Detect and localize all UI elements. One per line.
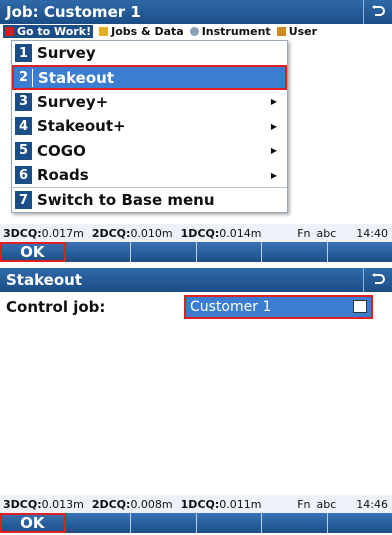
softkey-2[interactable] [66,513,131,533]
softkey-4[interactable] [197,513,262,533]
menu-item-cogo[interactable]: 5 COGO ▶ [12,139,287,163]
menu-item-number: 2 [15,68,33,87]
1d-quality-value: 0.011m [219,497,262,511]
menu-item-roads[interactable]: 6 Roads ▶ [12,163,287,187]
main-menubar: Go to Work! Jobs & Data Instrument User [0,24,392,39]
1d-quality-value: 0.014m [219,226,262,240]
choose-job-icon[interactable] [353,300,367,313]
ok-button[interactable]: OK [0,242,66,262]
menu-item-label: Switch to Base menu [37,191,215,210]
folder-icon [99,27,109,36]
control-job-label: Control job: [6,298,106,316]
screen-title: Job: Customer 1 [6,3,141,21]
go-to-work-icon [5,27,14,36]
menu-item-switch-to-base[interactable]: 7 Switch to Base menu [12,187,287,211]
softkey-2[interactable] [66,242,131,262]
menubar-tab-jobs-data[interactable]: Jobs & Data [99,25,184,38]
clock: 14:46 [356,497,388,511]
input-mode-indicator: abc [316,226,337,240]
control-job-field[interactable]: Customer 1 [184,295,373,319]
go-to-work-menu: 1 Survey 2 Stakeout 3 Survey+ ▶ 4 Stakeo… [11,40,288,213]
softkey-bar: OK [0,242,392,262]
softkey-6[interactable] [328,242,392,262]
menu-item-number: 7 [15,191,32,210]
clock: 14:40 [356,226,388,240]
title-bar: Job: Customer 1 [0,0,392,24]
3d-quality-value: 0.017m [41,226,84,240]
menu-item-number: 3 [15,92,32,111]
input-mode-indicator: abc [316,497,337,511]
back-button[interactable] [363,268,392,292]
softkey-3[interactable] [131,242,197,262]
softkey-bar: OK [0,513,392,533]
softkey-5[interactable] [262,513,328,533]
screen-title: Stakeout [6,271,82,289]
menu-item-stakeout-plus[interactable]: 4 Stakeout+ ▶ [12,114,287,138]
menu-item-label: Stakeout [38,68,114,87]
softkey-4[interactable] [197,242,262,262]
menu-item-number: 6 [15,166,32,185]
menu-item-label: COGO [37,141,86,160]
control-job-row: Control job: Customer 1 [6,295,386,319]
quality-status-bar: 3DCQ: 0.013m 2DCQ: 0.008m 1DCQ: 0.011m Fn a… [0,495,392,513]
stakeout-screen: Stakeout Control job: Customer 1 3DCQ: 0.… [0,268,392,535]
submenu-arrow-icon: ▶ [270,121,277,131]
fn-indicator: Fn [297,226,311,240]
menu-item-number: 4 [15,117,32,136]
back-arrow-icon [372,5,385,16]
submenu-arrow-icon: ▶ [270,97,277,107]
back-button[interactable] [363,0,392,24]
2d-quality-value: 0.010m [130,226,173,240]
fn-indicator: Fn [297,497,311,511]
menu-item-label: Survey+ [37,92,109,111]
user-icon [276,27,286,36]
main-menu-screen: Job: Customer 1 Go to Work! Jobs & Data … [0,0,392,262]
submenu-arrow-icon: ▶ [270,146,277,156]
instrument-icon [189,27,199,36]
menu-item-stakeout[interactable]: 2 Stakeout [12,65,287,90]
menu-item-survey[interactable]: 1 Survey [12,41,287,65]
softkey-6[interactable] [328,513,392,533]
quality-status-bar: 3DCQ: 0.017m 2DCQ: 0.010m 1DCQ: 0.014m Fn a… [0,224,392,242]
menu-item-number: 5 [15,141,32,160]
menubar-tab-go-to-work[interactable]: Go to Work! [3,25,94,38]
submenu-arrow-icon: ▶ [270,170,277,180]
3d-quality-value: 0.013m [41,497,84,511]
softkey-5[interactable] [262,242,328,262]
menu-item-label: Stakeout+ [37,117,126,136]
menu-item-number: 1 [15,44,32,63]
menu-item-label: Survey [37,44,96,63]
back-arrow-icon [372,273,385,284]
title-bar: Stakeout [0,268,392,292]
2d-quality-value: 0.008m [130,497,173,511]
ok-button[interactable]: OK [0,513,66,533]
menubar-tab-instrument[interactable]: Instrument [189,25,271,38]
menu-item-label: Roads [37,166,89,185]
control-job-value: Customer 1 [190,299,272,315]
menu-item-survey-plus[interactable]: 3 Survey+ ▶ [12,90,287,114]
softkey-3[interactable] [131,513,197,533]
menubar-tab-user[interactable]: User [276,25,317,38]
